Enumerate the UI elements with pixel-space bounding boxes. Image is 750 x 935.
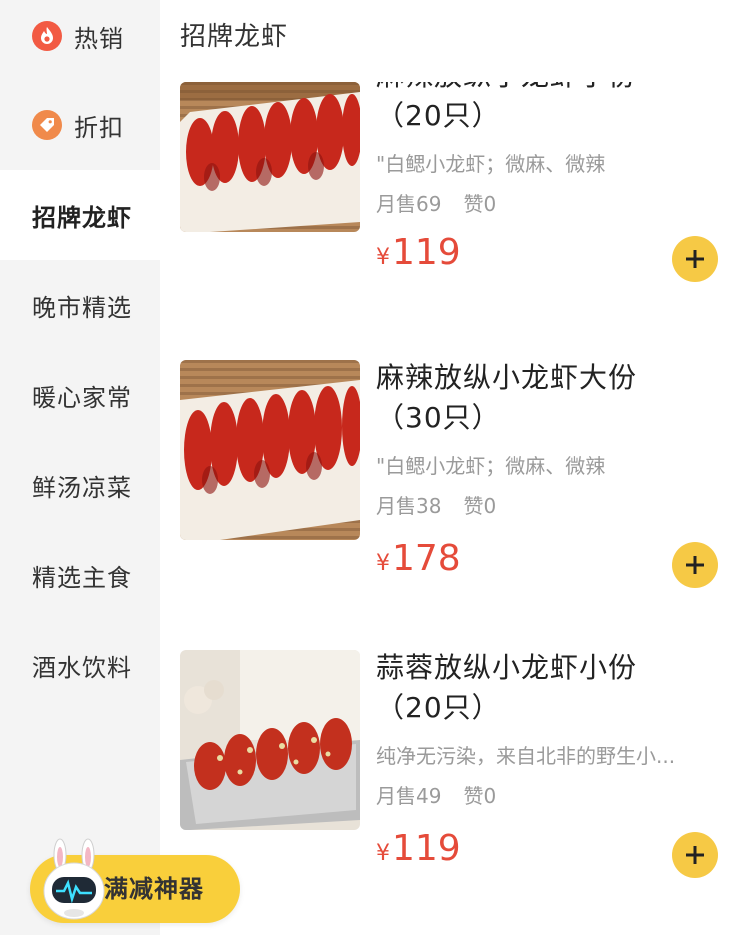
food-description: "白鳃小龙虾；微麻、微辣 [376, 152, 606, 176]
food-item[interactable]: 蒜蓉放纵小龙虾小份 （20只） 纯净无污染，来自北非的野生小... 月售49 赞0… [160, 650, 750, 935]
monthly-sales: 月售69 [376, 192, 442, 216]
food-name-line1: 蒜蓉放纵小龙虾小份 [376, 651, 638, 684]
flame-icon [32, 21, 62, 51]
add-to-cart-button[interactable] [672, 542, 718, 588]
food-name-line2: （20只） [376, 691, 501, 724]
food-name: 蒜蓉放纵小龙虾小份 （20只） [376, 648, 736, 728]
sidebar-item-label: 晚市精选 [32, 293, 132, 322]
category-sidebar: 热销 折扣 招牌龙虾 晚市精选 暖心家常 鲜汤凉菜 精选主食 酒水饮料 [0, 0, 160, 935]
sidebar-item-label: 热销 [74, 24, 124, 53]
price-value: 178 [392, 538, 461, 579]
currency-symbol: ¥ [376, 551, 390, 576]
food-item[interactable]: 麻辣放纵小龙虾大份 （30只） "白鳃小龙虾；微麻、微辣 月售38 赞0 ¥ 17… [160, 360, 750, 650]
section-title: 招牌龙虾 [180, 22, 289, 52]
sidebar-item-label: 精选主食 [32, 563, 132, 592]
sidebar-item-label: 招牌龙虾 [32, 203, 132, 232]
currency-symbol: ¥ [376, 841, 390, 866]
food-stats: 月售49 赞0 [376, 780, 518, 809]
sidebar-item-staple-food[interactable]: 精选主食 [0, 530, 160, 620]
food-price: ¥ 119 [376, 232, 461, 273]
food-item[interactable]: 麻辣放纵小龙虾小份 （20只） "白鳃小龙虾；微麻、微辣 月售69 赞0 ¥ 11… [160, 82, 750, 354]
food-image[interactable] [180, 82, 360, 232]
monthly-sales: 月售49 [376, 784, 442, 808]
sidebar-item-evening-picks[interactable]: 晚市精选 [0, 260, 160, 350]
plus-icon [686, 846, 704, 864]
food-list[interactable]: 麻辣放纵小龙虾小份 （20只） "白鳃小龙虾；微麻、微辣 月售69 赞0 ¥ 11… [160, 82, 750, 935]
like-count: 赞0 [463, 192, 497, 216]
sidebar-item-signature-crayfish[interactable]: 招牌龙虾 [0, 170, 160, 260]
robot-mascot-icon [36, 837, 112, 923]
food-name: 麻辣放纵小龙虾大份 （30只） [376, 358, 736, 438]
add-to-cart-button[interactable] [672, 832, 718, 878]
sidebar-item-label: 折扣 [74, 113, 124, 142]
food-description: 纯净无污染，来自北非的野生小... [376, 744, 676, 768]
food-name-line1: 麻辣放纵小龙虾大份 [376, 361, 638, 394]
food-image[interactable] [180, 650, 360, 830]
plus-icon [686, 556, 704, 574]
like-count: 赞0 [463, 784, 497, 808]
food-name-line2: （20只） [376, 99, 501, 132]
food-price: ¥ 178 [376, 538, 461, 579]
food-name-line2: （30只） [376, 401, 501, 434]
food-image[interactable] [180, 360, 360, 540]
sidebar-item-label: 酒水饮料 [32, 653, 132, 682]
price-value: 119 [392, 232, 461, 273]
plus-icon [686, 250, 704, 268]
food-name-line1: 麻辣放纵小龙虾小份 [376, 82, 736, 96]
price-value: 119 [392, 828, 461, 869]
sidebar-item-label: 鲜汤凉菜 [32, 473, 132, 502]
currency-symbol: ¥ [376, 245, 390, 270]
like-count: 赞0 [463, 494, 497, 518]
food-stats: 月售38 赞0 [376, 490, 518, 519]
sidebar-item-hot[interactable]: 热销 [0, 0, 160, 80]
food-price: ¥ 119 [376, 828, 461, 869]
sidebar-item-discount[interactable]: 折扣 [0, 80, 160, 170]
food-stats: 月售69 赞0 [376, 188, 518, 217]
add-to-cart-button[interactable] [672, 236, 718, 282]
sidebar-item-drinks[interactable]: 酒水饮料 [0, 620, 160, 710]
discount-tag-icon [32, 110, 62, 140]
food-name: 麻辣放纵小龙虾小份 （20只） [376, 82, 736, 136]
sidebar-item-home-style[interactable]: 暖心家常 [0, 350, 160, 440]
food-description: "白鳃小龙虾；微麻、微辣 [376, 454, 606, 478]
monthly-sales: 月售38 [376, 494, 442, 518]
sidebar-item-label: 暖心家常 [32, 383, 132, 412]
discount-helper-button[interactable]: 满减神器 [30, 838, 240, 923]
promo-label: 满减神器 [104, 875, 204, 903]
sidebar-item-soup-cold-dishes[interactable]: 鲜汤凉菜 [0, 440, 160, 530]
